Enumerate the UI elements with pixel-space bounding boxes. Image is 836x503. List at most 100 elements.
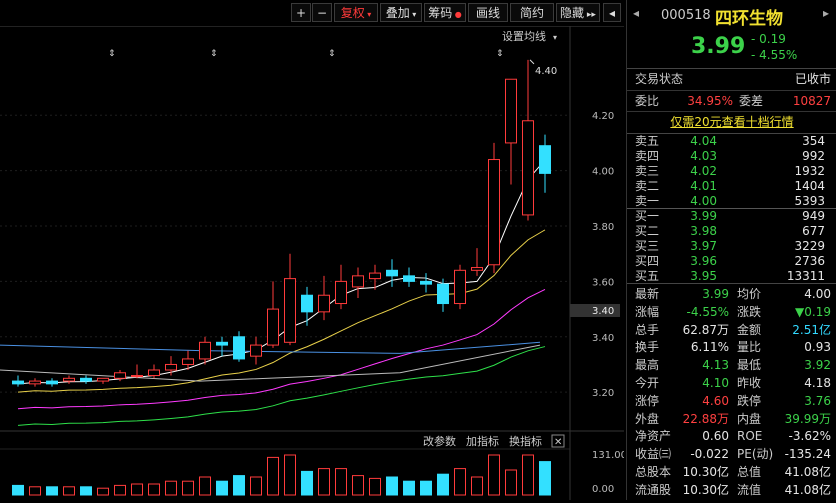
stat-value: 41.08亿 — [784, 482, 831, 497]
candle-body — [182, 358, 194, 365]
event-markers: ⇕ ⇕ ⇕ ⇕ — [108, 49, 504, 59]
volume-bar — [284, 454, 296, 496]
yincang-button[interactable]: 隐藏 ▸▸ — [556, 3, 600, 22]
ask-price: 4.02 — [690, 164, 717, 178]
level2-promo-link[interactable]: 仅需20元查看十档行情 — [627, 113, 836, 131]
stat-value: 2.51亿 — [792, 322, 831, 337]
bid-label: 买三 — [635, 239, 660, 253]
edit-params-button[interactable]: 改参数 — [423, 434, 456, 448]
candle-body — [488, 159, 500, 266]
candle-body — [216, 341, 228, 346]
chouma-button[interactable]: 筹码 ● — [424, 3, 466, 22]
volume-bar — [80, 486, 92, 496]
stat-row: 最新 3.99 均价 4.00 — [627, 285, 836, 303]
bid-volume: 13311 — [786, 269, 825, 283]
stat-label: 今开 — [635, 376, 660, 390]
stat-label: 量比 — [737, 340, 762, 355]
candle-body — [403, 275, 415, 282]
candle-body — [539, 145, 551, 174]
ask-volume: 992 — [802, 149, 825, 163]
candle-body — [114, 372, 126, 379]
stat-value: 0.93 — [804, 340, 831, 355]
diejia-label: 叠加 — [385, 6, 410, 20]
ma-settings-link[interactable]: 设置均线 — [502, 29, 546, 43]
ask-volume: 5393 — [794, 194, 825, 208]
diejia-dropdown[interactable]: 叠加 ▾ — [380, 3, 422, 22]
ask-volume: 1404 — [794, 179, 825, 193]
ask-price: 4.04 — [690, 134, 717, 148]
stat-value: 3.76 — [804, 393, 831, 408]
candle-body — [233, 336, 245, 360]
volume-bar — [182, 480, 194, 496]
stat-label: 外盘 — [635, 411, 660, 426]
bid-row: 买二 3.98 677 — [627, 224, 836, 239]
weibi-label: 委比 — [635, 94, 660, 108]
add-indicator-button[interactable]: 加指标 — [466, 434, 499, 448]
jianyue-button[interactable]: 简约 — [510, 3, 554, 22]
candle-body — [80, 377, 92, 382]
huaxian-button[interactable]: 画线 — [468, 3, 508, 22]
stat-value: 4.10 — [702, 376, 729, 390]
stat-label: 流值 — [737, 482, 762, 497]
volume-bar — [318, 468, 330, 496]
collapse-panel-button[interactable]: ◂ — [603, 3, 621, 22]
price-tick-label: 3.80 — [592, 222, 614, 233]
prev-stock-icon[interactable]: ◂ — [633, 6, 643, 20]
next-stock-icon[interactable]: ▸ — [823, 6, 833, 20]
candle-body — [148, 369, 160, 377]
stat-label: 总股本 — [635, 465, 672, 479]
candle-body — [199, 341, 211, 360]
candle-body — [437, 283, 449, 305]
volume-bar — [505, 469, 517, 496]
zoom-in-button[interactable]: + — [291, 3, 311, 22]
volume-bar — [454, 468, 466, 496]
volume-bar — [471, 476, 483, 496]
ma120-line — [0, 344, 541, 382]
volume-bar — [165, 480, 177, 496]
price-tick-label: 3.60 — [592, 277, 614, 288]
stock-code: 000518 — [661, 8, 711, 23]
bid-label: 买五 — [635, 269, 660, 283]
ask-volume: 354 — [802, 134, 825, 148]
stat-value: 10.30亿 — [682, 482, 729, 497]
vol-tick-max: 131.00 — [592, 450, 624, 461]
volume-bar — [522, 454, 534, 496]
stat-row: 今开 4.10 昨收 4.18 — [627, 374, 836, 392]
kline-chart[interactable]: 设置均线 ▾ ⇕ ⇕ ⇕ ⇕ 4.40 3.40 4.20 4.00 3.80 3.60 3.… — [0, 26, 627, 500]
candle-body — [46, 380, 58, 385]
weibi-value: 34.95% — [687, 94, 733, 108]
candle-body — [250, 344, 262, 357]
candles — [12, 59, 551, 387]
ask-label: 卖五 — [635, 134, 660, 148]
stat-label: 内盘 — [737, 411, 762, 426]
fuquan-dropdown[interactable]: 复权 ▾ — [334, 3, 378, 22]
volume-bars — [12, 454, 551, 496]
volume-bar — [267, 456, 279, 496]
double-chevron-icon: ▸▸ — [584, 10, 596, 20]
volume-bar — [539, 461, 551, 496]
switch-indicator-button[interactable]: 换指标 — [509, 434, 542, 448]
price-axis: 4.20 4.00 3.80 3.60 3.40 3.20 — [592, 111, 614, 399]
current-price-tag-text: 3.40 — [592, 306, 614, 317]
candle-body — [97, 377, 109, 382]
stat-label: 最低 — [737, 358, 762, 373]
stat-row: 涨停 4.60 跌停 3.76 — [627, 392, 836, 410]
candle-body — [318, 294, 330, 313]
event-marker-icon: ⇕ — [210, 49, 218, 59]
stat-value: 3.99 — [702, 287, 729, 301]
bid-row: 买三 3.97 3229 — [627, 239, 836, 254]
volume-bar — [420, 480, 432, 496]
current-price-tag: 3.40 — [570, 304, 620, 317]
bid-label: 买二 — [635, 224, 660, 238]
ask-row: 卖一 4.00 5393 — [627, 194, 836, 209]
zoom-out-button[interactable]: − — [312, 3, 332, 22]
candle-body — [522, 120, 534, 216]
stat-label: 金额 — [737, 322, 762, 337]
stat-row: 涨幅 -4.55% 涨跌 ▼0.19 — [627, 303, 836, 321]
chevron-down-icon: ▾ — [364, 10, 372, 19]
volume-bar — [335, 468, 347, 496]
stat-label: 跌停 — [737, 393, 762, 408]
volume-bar — [233, 475, 245, 496]
volume-bar — [437, 473, 449, 496]
stat-value: ▼0.19 — [795, 304, 831, 319]
